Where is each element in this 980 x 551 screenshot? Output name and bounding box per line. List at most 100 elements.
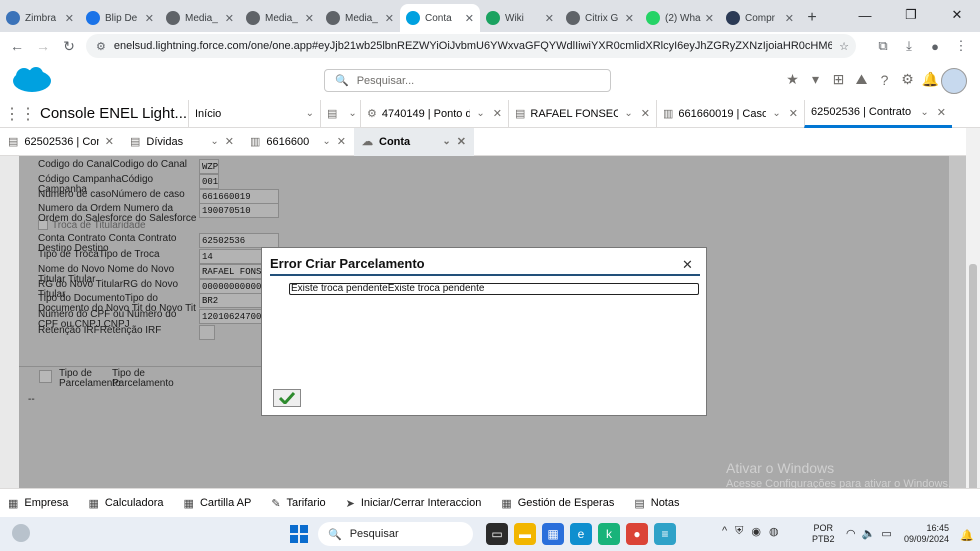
console-tab[interactable]: ▤ ⌄ (320, 99, 360, 128)
chevron-down-icon[interactable]: ⌄ (476, 108, 484, 119)
field-value[interactable]: 190070510 (199, 203, 279, 218)
tab-close-icon[interactable]: ✕ (785, 12, 794, 25)
browser-tab[interactable]: Media_ ✕ (160, 4, 240, 32)
console-tab[interactable]: Início ⌄ (188, 99, 320, 128)
tab-close-icon[interactable]: ✕ (305, 12, 314, 25)
browser-tab[interactable]: Wiki ✕ (480, 4, 560, 32)
k-app-icon[interactable]: k (598, 523, 620, 545)
tab-close-icon[interactable]: ✕ (465, 12, 474, 25)
subtab-close-icon[interactable]: ✕ (225, 135, 234, 148)
close-window-icon[interactable]: ✕ (934, 0, 980, 30)
tab-close-icon[interactable]: ✕ (65, 12, 74, 25)
global-search-input[interactable]: 🔍 Pesquisar... (324, 69, 611, 92)
profile-icon[interactable]: ● (924, 35, 946, 57)
console-tab[interactable]: ▤ RAFAEL FONSECA ... ⌄ ✕ (508, 99, 656, 128)
extensions-icon[interactable]: ⧉ (872, 35, 894, 57)
vertical-scrollbar[interactable] (966, 128, 980, 540)
tab-close-icon[interactable]: ✕ (705, 12, 714, 25)
volume-icon[interactable]: 🔈 (862, 527, 876, 540)
console-tab[interactable]: ⚙ 4740149 | Ponto d... ⌄ ✕ (360, 99, 508, 128)
tab-close-icon[interactable]: ✕ (493, 107, 502, 120)
subtab[interactable]: ▥ 66166001... ⌄ ✕ (242, 128, 354, 156)
reload-icon[interactable]: ↻ (56, 33, 82, 59)
utility-item[interactable]: ▦ Empresa (8, 497, 68, 510)
tab-close-icon[interactable]: ✕ (625, 12, 634, 25)
ok-button[interactable] (273, 389, 301, 407)
file-explorer-icon[interactable]: ▬ (514, 523, 536, 545)
app-tray-icon[interactable]: ◍ (769, 525, 779, 538)
tab-close-icon[interactable]: ✕ (145, 12, 154, 25)
browser-tab[interactable]: Citrix G ✕ (560, 4, 640, 32)
site-info-icon[interactable]: ⚙ (96, 40, 106, 53)
tray-chevron-icon[interactable]: ^ (722, 525, 727, 538)
chevron-down-icon[interactable]: ⌄ (322, 136, 330, 147)
subtab-close-icon[interactable]: ✕ (105, 135, 114, 148)
favorites-dropdown-icon[interactable]: ▾ (806, 70, 825, 89)
tab-close-icon[interactable]: ✕ (789, 107, 798, 120)
tab-close-icon[interactable]: ✕ (937, 106, 946, 119)
wifi-icon[interactable]: ◠ (846, 527, 856, 540)
new-tab-button[interactable]: + (800, 4, 824, 32)
setup-gear-icon[interactable]: ⚙ (898, 70, 917, 89)
utility-item[interactable]: ✎ Tarifario (271, 497, 325, 510)
chevron-down-icon[interactable]: ⌄ (442, 136, 450, 147)
battery-icon[interactable]: ▭ (881, 527, 891, 540)
subtab[interactable]: ▤ Dívidas ⌄ ✕ (122, 128, 242, 156)
console-tab[interactable]: 62502536 | Contrato ⌄ ✕ (804, 99, 952, 128)
tab-close-icon[interactable]: ✕ (385, 12, 394, 25)
chevron-down-icon[interactable]: ⌄ (306, 108, 314, 119)
subtab-close-icon[interactable]: ✕ (337, 135, 346, 148)
utility-item[interactable]: ▦ Cartilla AP (184, 497, 252, 510)
browser-tab[interactable]: Zimbra ✕ (0, 4, 80, 32)
utility-item[interactable]: ➤ Iniciar/Cerrar Interaccion (346, 497, 482, 510)
subtab[interactable]: ☁ Conta ⌄ ✕ (354, 127, 474, 156)
url-field[interactable]: ⚙ enelsud.lightning.force.com/one/one.ap… (86, 34, 856, 58)
language-indicator[interactable]: POR PTB2 (812, 523, 835, 545)
task-view-icon[interactable]: ▭ (486, 523, 508, 545)
tab-close-icon[interactable]: ✕ (225, 12, 234, 25)
chevron-down-icon[interactable]: ⌄ (624, 108, 632, 119)
taskbar-clock[interactable]: 16:45 09/09/2024 (904, 523, 949, 545)
utility-item[interactable]: ▦ Gestión de Esperas (501, 497, 614, 510)
close-icon[interactable]: ✕ (682, 257, 693, 273)
help-icon[interactable]: ? (875, 70, 894, 89)
edge-icon[interactable]: e (570, 523, 592, 545)
browser-tab[interactable]: Compr ✕ (720, 4, 800, 32)
maximize-icon[interactable]: ❐ (888, 0, 934, 30)
notepad-icon[interactable]: ≡ (654, 523, 676, 545)
taskbar-search-input[interactable]: 🔍 Pesquisar (318, 522, 473, 546)
chevron-down-icon[interactable]: ⌄ (772, 108, 780, 119)
browser-tab[interactable]: Media_ ✕ (240, 4, 320, 32)
utility-item[interactable]: ▤ Notas (634, 497, 679, 510)
subtab[interactable]: ▤ 62502536 | Contr... ✕ (0, 128, 122, 156)
field-value[interactable]: WZP (199, 159, 219, 174)
user-avatar[interactable] (941, 68, 967, 94)
browser-tab[interactable]: Conta ✕ (400, 4, 480, 32)
store-icon[interactable]: ▦ (542, 523, 564, 545)
download-icon[interactable]: ⤓ (898, 35, 920, 57)
minimize-icon[interactable]: — (842, 0, 888, 30)
browser-tab[interactable]: Media_ ✕ (320, 4, 400, 32)
windows-start-icon[interactable] (290, 525, 308, 543)
shield-icon[interactable]: ⛨ (735, 525, 743, 538)
chevron-down-icon[interactable]: ⌄ (210, 136, 218, 147)
tab-close-icon[interactable]: ✕ (545, 12, 554, 25)
console-tab[interactable]: ▥ 661660019 | Caso ⌄ ✕ (656, 99, 804, 128)
tab-close-icon[interactable]: ✕ (641, 107, 650, 120)
field-value[interactable]: 661660019 (199, 189, 279, 204)
global-actions-icon[interactable]: ⊞ (829, 70, 848, 89)
antivirus-icon[interactable]: ◉ (751, 525, 761, 538)
tipo-parcelamento-checkbox[interactable] (39, 370, 52, 383)
forward-icon[interactable]: → (30, 33, 56, 59)
notifications-bell-icon[interactable]: 🔔 (921, 70, 940, 89)
app-launcher-icon[interactable]: ⋮⋮ (0, 100, 40, 128)
chevron-down-icon[interactable]: ⌄ (348, 108, 356, 119)
field-value[interactable] (199, 325, 215, 340)
field-value[interactable]: 001 (199, 174, 219, 189)
trailhead-icon[interactable]: ⛰ (852, 70, 871, 89)
bookmark-star-icon[interactable]: ☆ (832, 40, 856, 53)
browser-tab[interactable]: (2) Wha ✕ (640, 4, 720, 32)
utility-item[interactable]: ▦ Calculadora (88, 497, 163, 510)
subtab-close-icon[interactable]: ✕ (457, 135, 466, 148)
weather-icon[interactable] (12, 524, 30, 542)
